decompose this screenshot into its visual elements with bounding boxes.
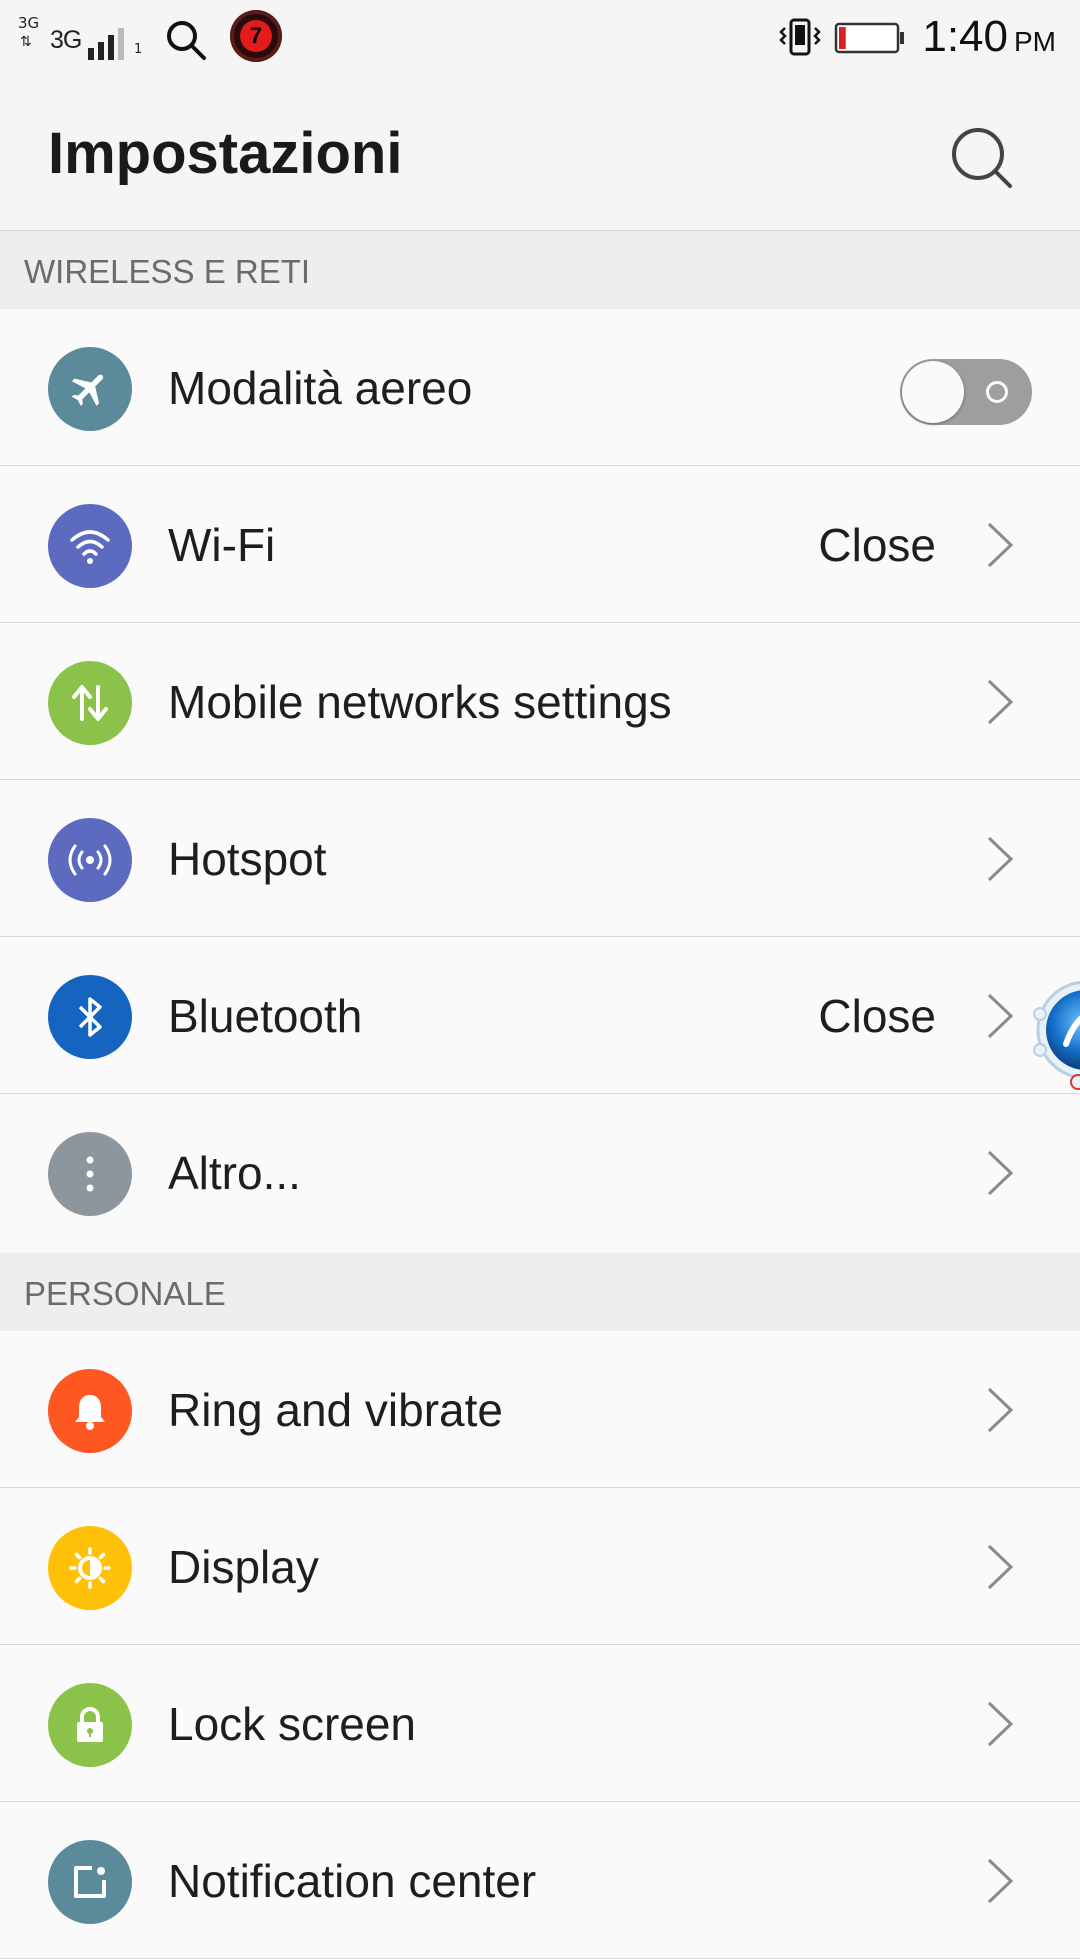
chevron-right-icon	[987, 993, 1014, 1039]
settings-item-ring-vibrate[interactable]: Ring and vibrate	[0, 1331, 1080, 1488]
vibrate-icon	[779, 18, 821, 56]
more-vert-icon	[48, 1132, 132, 1216]
toggle-knob	[902, 361, 964, 423]
settings-item-wifi[interactable]: Wi-Fi Close	[0, 466, 1080, 623]
clock-time: 1:40	[922, 12, 1008, 61]
bell-icon	[48, 1369, 132, 1453]
chevron-right-icon	[987, 679, 1014, 725]
notification-icon	[48, 1840, 132, 1924]
settings-item-label: Lock screen	[168, 1698, 417, 1750]
sim-slot-label: 1	[134, 42, 143, 57]
battery-icon	[834, 22, 904, 54]
chevron-right-icon	[987, 1701, 1014, 1747]
settings-item-label: Display	[168, 1541, 319, 1593]
settings-item-lock-screen[interactable]: Lock screen	[0, 1645, 1080, 1802]
section-header-wireless: WIRELESS E RETI	[0, 231, 1080, 309]
page-title: Impostazioni	[48, 121, 403, 186]
settings-item-mobile-networks[interactable]: Mobile networks settings	[0, 623, 1080, 780]
settings-item-label: Wi-Fi	[168, 519, 276, 571]
settings-item-more[interactable]: Altro...	[0, 1094, 1080, 1252]
settings-item-notification-center[interactable]: Notification center	[0, 1802, 1080, 1959]
chevron-right-icon	[987, 1544, 1014, 1590]
data-transfer-icon	[48, 661, 132, 745]
settings-item-status: Close	[818, 990, 936, 1042]
toggle-off-indicator	[986, 381, 1008, 403]
wifi-icon	[48, 504, 132, 588]
signal-bars-icon	[88, 28, 124, 60]
network-signal-icon: 3G ⇅ 3G 1	[18, 14, 143, 64]
settings-item-label: Notification center	[168, 1855, 537, 1907]
network-type-small: 3G	[18, 14, 40, 32]
section-title: PERSONALE	[24, 1275, 226, 1312]
status-bar: 3G ⇅ 3G 1 7 1:40 PM	[0, 0, 1080, 78]
chevron-right-icon	[987, 1858, 1014, 1904]
chevron-right-icon	[987, 1387, 1014, 1433]
settings-item-label: Mobile networks settings	[168, 676, 672, 728]
floating-assistant-icon[interactable]	[1026, 966, 1080, 1106]
chevron-right-icon	[987, 836, 1014, 882]
settings-item-airplane-mode[interactable]: Modalità aereo	[0, 309, 1080, 466]
section-header-personal: PERSONALE	[0, 1253, 1080, 1331]
settings-item-status: Close	[818, 519, 936, 571]
brightness-icon	[48, 1526, 132, 1610]
notification-badge-icon: 7	[230, 10, 282, 62]
search-icon[interactable]	[948, 124, 1018, 194]
data-arrows-icon: ⇅	[20, 34, 32, 50]
settings-item-hotspot[interactable]: Hotspot	[0, 780, 1080, 937]
notification-badge-count: 7	[240, 20, 272, 52]
status-search-icon	[167, 21, 206, 60]
settings-item-label: Modalità aereo	[168, 362, 473, 414]
settings-item-label: Hotspot	[168, 833, 327, 885]
airplane-mode-toggle[interactable]	[900, 359, 1032, 425]
lock-icon	[48, 1683, 132, 1767]
settings-item-display[interactable]: Display	[0, 1488, 1080, 1645]
settings-item-label: Ring and vibrate	[168, 1384, 503, 1436]
chevron-right-icon	[987, 522, 1014, 568]
clock-ampm: PM	[1014, 26, 1056, 57]
chevron-right-icon	[987, 1150, 1014, 1196]
hotspot-icon	[48, 818, 132, 902]
settings-item-label: Bluetooth	[168, 990, 363, 1042]
bluetooth-icon	[48, 975, 132, 1059]
network-type-main: 3G	[50, 26, 82, 54]
settings-item-bluetooth[interactable]: Bluetooth Close	[0, 937, 1080, 1094]
section-title: WIRELESS E RETI	[24, 253, 311, 290]
settings-item-label: Altro...	[168, 1147, 301, 1199]
app-bar: Impostazioni	[0, 78, 1080, 231]
clock: 1:40 PM	[922, 12, 1056, 62]
airplane-icon	[48, 347, 132, 431]
